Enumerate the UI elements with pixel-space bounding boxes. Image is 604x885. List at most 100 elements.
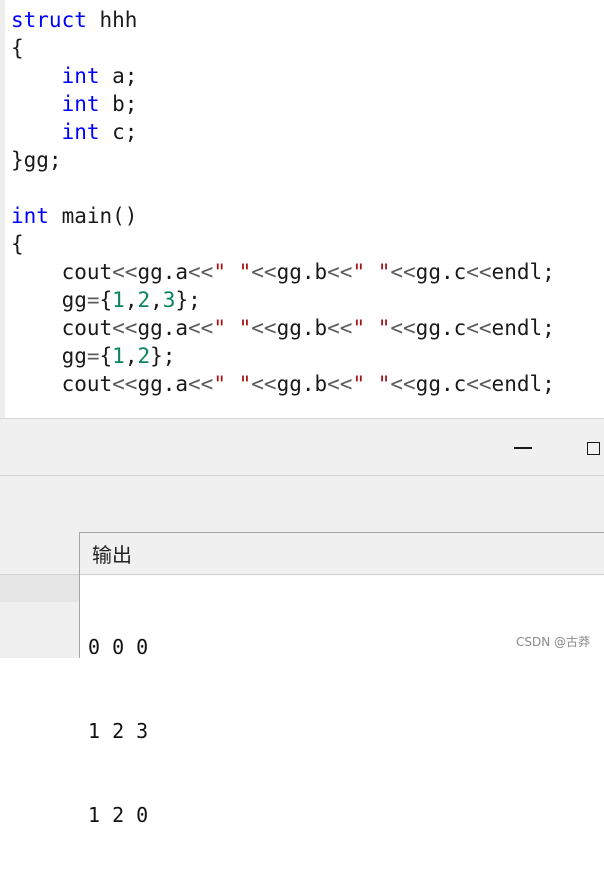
code-line: { bbox=[11, 230, 555, 258]
code-line: }gg; bbox=[11, 146, 555, 174]
code-token: main() bbox=[48, 204, 138, 228]
code-token: << bbox=[112, 316, 138, 340]
code-token: gg.c bbox=[415, 260, 467, 284]
code-token: = bbox=[86, 288, 100, 312]
code-line: int main() bbox=[11, 202, 555, 230]
code-line: cout<<gg.a<<" "<<gg.b<<" "<<gg.c<<endl; bbox=[11, 370, 555, 398]
code-token: = bbox=[86, 344, 100, 368]
code-token: << bbox=[327, 316, 353, 340]
code-token: << bbox=[188, 260, 214, 284]
code-token: gg bbox=[11, 288, 87, 312]
code-token: c; bbox=[99, 120, 138, 144]
code-token: gg.b bbox=[276, 372, 328, 396]
code-token: int bbox=[61, 120, 100, 144]
code-token: endl; bbox=[491, 372, 555, 396]
code-token: cout bbox=[11, 260, 113, 284]
output-line: 1 2 3 bbox=[88, 719, 149, 743]
code-token: " " bbox=[213, 260, 252, 284]
code-token: " " bbox=[213, 372, 252, 396]
code-token: int bbox=[61, 64, 100, 88]
code-line: int c; bbox=[11, 118, 555, 146]
code-token: int bbox=[61, 92, 100, 116]
code-token: " " bbox=[352, 372, 391, 396]
minimize-button[interactable] bbox=[508, 433, 538, 463]
code-token: << bbox=[251, 260, 277, 284]
code-token: gg bbox=[11, 344, 87, 368]
code-line: cout<<gg.a<<" "<<gg.b<<" "<<gg.c<<endl; bbox=[11, 258, 555, 286]
code-token: endl; bbox=[491, 260, 555, 284]
code-token: struct bbox=[11, 8, 87, 32]
code-token: hhh bbox=[86, 8, 138, 32]
code-token: , bbox=[124, 288, 138, 312]
editor-gutter bbox=[0, 0, 5, 418]
maximize-button[interactable] bbox=[578, 433, 604, 463]
code-token: { bbox=[11, 232, 24, 256]
code-token: , bbox=[150, 288, 163, 312]
code-token: { bbox=[99, 288, 113, 312]
code-token: << bbox=[251, 372, 277, 396]
output-line: 1 2 0 bbox=[88, 803, 149, 827]
code-token: 2 bbox=[137, 344, 151, 368]
code-token: << bbox=[112, 372, 138, 396]
watermark: CSDN @古莽 bbox=[515, 635, 590, 649]
code-token: a; bbox=[99, 64, 138, 88]
code-token: << bbox=[327, 372, 353, 396]
code-token: << bbox=[188, 372, 214, 396]
code-token: << bbox=[188, 316, 214, 340]
code-line: struct hhh bbox=[11, 6, 555, 34]
code-token: << bbox=[466, 372, 492, 396]
code-token: { bbox=[99, 344, 113, 368]
code-line: { bbox=[11, 34, 555, 62]
code-token: gg.c bbox=[415, 372, 467, 396]
code-token: b; bbox=[99, 92, 138, 116]
code-token: 1 bbox=[112, 344, 125, 368]
code-token: << bbox=[390, 260, 416, 284]
code-line: int a; bbox=[11, 62, 555, 90]
code-token: 3 bbox=[162, 288, 176, 312]
maximize-icon bbox=[586, 441, 600, 455]
code-editor[interactable]: struct hhh{ int a; int b; int c;}gg; int … bbox=[0, 0, 604, 418]
code-token: << bbox=[112, 260, 138, 284]
code-token: gg.a bbox=[137, 316, 189, 340]
output-text[interactable]: 0 0 0 1 2 3 1 2 0 bbox=[80, 575, 604, 885]
code-token: , bbox=[124, 344, 138, 368]
code-token: { bbox=[11, 36, 24, 60]
code-token: cout bbox=[11, 316, 113, 340]
code-token: gg.b bbox=[276, 260, 328, 284]
code-token: << bbox=[390, 372, 416, 396]
code-token: int bbox=[11, 204, 49, 228]
code-token: << bbox=[466, 260, 492, 284]
minimize-icon bbox=[514, 447, 532, 449]
side-panel-strip bbox=[0, 574, 80, 602]
code-text[interactable]: struct hhh{ int a; int b; int c;}gg; int … bbox=[11, 6, 555, 398]
code-token: gg.c bbox=[415, 316, 467, 340]
code-token: " " bbox=[352, 260, 391, 284]
code-token: " " bbox=[352, 316, 391, 340]
code-line: int b; bbox=[11, 90, 555, 118]
code-token: << bbox=[466, 316, 492, 340]
code-token: gg.b bbox=[276, 316, 328, 340]
output-header[interactable]: 输出 bbox=[80, 533, 604, 575]
code-token: << bbox=[251, 316, 277, 340]
code-token: 1 bbox=[112, 288, 125, 312]
code-token: << bbox=[390, 316, 416, 340]
code-line: cout<<gg.a<<" "<<gg.b<<" "<<gg.c<<endl; bbox=[11, 314, 555, 342]
code-token: }; bbox=[150, 344, 176, 368]
code-token: gg.a bbox=[137, 372, 189, 396]
code-token: }; bbox=[175, 288, 201, 312]
code-token: << bbox=[327, 260, 353, 284]
output-title: 输出 bbox=[92, 543, 132, 567]
code-token: gg.a bbox=[137, 260, 189, 284]
code-token: " " bbox=[213, 316, 252, 340]
code-token: 2 bbox=[137, 288, 151, 312]
code-token: cout bbox=[11, 372, 113, 396]
code-line: gg={1,2,3}; bbox=[11, 286, 555, 314]
code-token: }gg; bbox=[11, 148, 62, 172]
code-token: endl; bbox=[491, 316, 555, 340]
code-line: gg={1,2}; bbox=[11, 342, 555, 370]
window-titlebar bbox=[0, 418, 604, 476]
